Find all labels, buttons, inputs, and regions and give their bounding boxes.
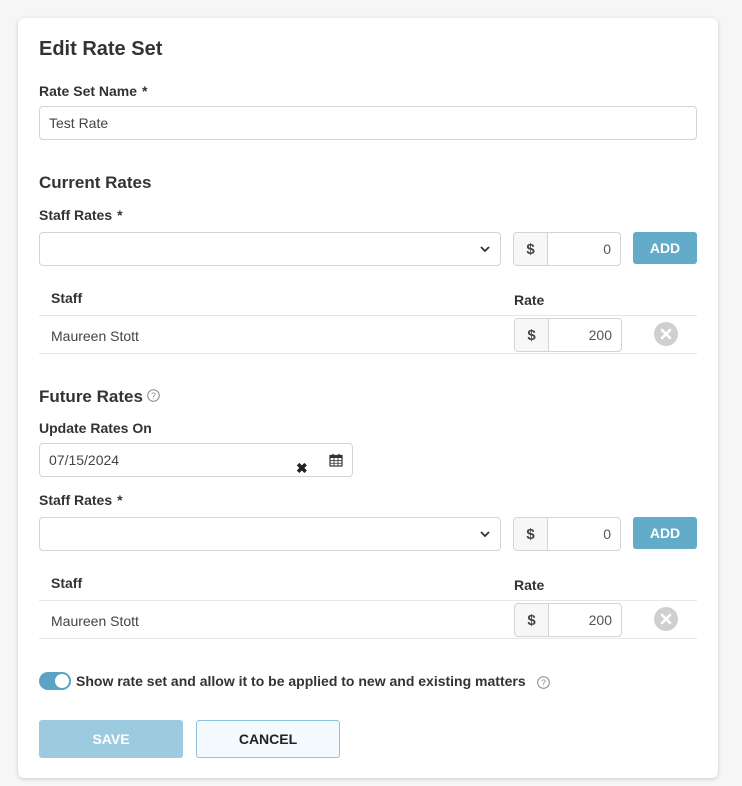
current-new-rate-value: 0: [603, 241, 611, 257]
required-marker: *: [117, 492, 123, 508]
future-staff-select[interactable]: [39, 517, 501, 551]
rate-set-name-label: Rate Set Name *: [39, 83, 148, 99]
update-rates-on-value: 07/15/2024: [49, 452, 120, 468]
current-staff-rates-label-text: Staff Rates: [39, 207, 113, 223]
future-new-rate-value: 0: [603, 526, 611, 542]
svg-text:?: ?: [151, 391, 156, 401]
table-divider: [39, 353, 697, 354]
future-row-rate-input[interactable]: $ 200: [514, 603, 622, 637]
chevron-down-icon: [480, 246, 490, 253]
currency-symbol: $: [515, 604, 549, 636]
calendar-icon[interactable]: [329, 453, 343, 467]
current-row-staff: Maureen Stott: [51, 328, 139, 344]
show-rate-set-label: Show rate set and allow it to be applied…: [76, 673, 526, 689]
cancel-button[interactable]: CANCEL: [196, 720, 340, 758]
table-divider: [39, 315, 697, 316]
update-rates-on-label: Update Rates On: [39, 420, 152, 436]
future-row-rate-value: 200: [588, 612, 612, 628]
remove-circle-icon[interactable]: [654, 607, 678, 631]
future-add-button[interactable]: ADD: [633, 517, 697, 549]
chevron-down-icon: [480, 531, 490, 538]
current-staff-select[interactable]: [39, 232, 501, 266]
future-staff-rates-label: Staff Rates *: [39, 492, 123, 508]
future-new-rate-input[interactable]: $ 0: [513, 517, 621, 551]
rate-set-name-label-text: Rate Set Name: [39, 83, 138, 99]
required-marker: *: [117, 207, 123, 223]
current-staff-column-header: Staff: [51, 290, 83, 306]
current-row-rate-input[interactable]: $ 200: [514, 318, 622, 352]
required-marker: *: [142, 83, 148, 99]
save-button[interactable]: SAVE: [39, 720, 183, 758]
show-rate-set-toggle[interactable]: [39, 672, 71, 690]
currency-symbol: $: [514, 233, 548, 265]
rate-set-name-input[interactable]: Test Rate: [39, 106, 697, 140]
current-add-button[interactable]: ADD: [633, 232, 697, 264]
current-staff-rates-label: Staff Rates *: [39, 207, 123, 223]
table-divider: [39, 600, 697, 601]
dialog-title: Edit Rate Set: [39, 38, 163, 60]
svg-text:?: ?: [541, 678, 546, 688]
current-rate-column-header: Rate: [514, 292, 545, 308]
future-rate-column-header: Rate: [514, 577, 545, 593]
future-row-staff: Maureen Stott: [51, 613, 139, 629]
edit-rate-set-dialog: Edit Rate Set Rate Set Name * Test Rate C…: [18, 18, 718, 778]
future-rates-heading: Future Rates: [39, 387, 143, 406]
table-divider: [39, 638, 697, 639]
toggle-knob: [55, 674, 69, 688]
clear-date-icon[interactable]: ✖: [296, 452, 310, 476]
currency-symbol: $: [514, 518, 548, 550]
question-circle-icon[interactable]: ?: [537, 676, 550, 689]
update-rates-on-date-input[interactable]: 07/15/2024 ✖: [39, 443, 353, 477]
current-rates-heading: Current Rates: [39, 173, 152, 192]
future-staff-rates-label-text: Staff Rates: [39, 492, 113, 508]
current-row-rate-value: 200: [588, 327, 612, 343]
currency-symbol: $: [515, 319, 549, 351]
current-new-rate-input[interactable]: $ 0: [513, 232, 621, 266]
future-staff-column-header: Staff: [51, 575, 83, 591]
question-circle-icon[interactable]: ?: [147, 389, 160, 402]
remove-circle-icon[interactable]: [654, 322, 678, 346]
